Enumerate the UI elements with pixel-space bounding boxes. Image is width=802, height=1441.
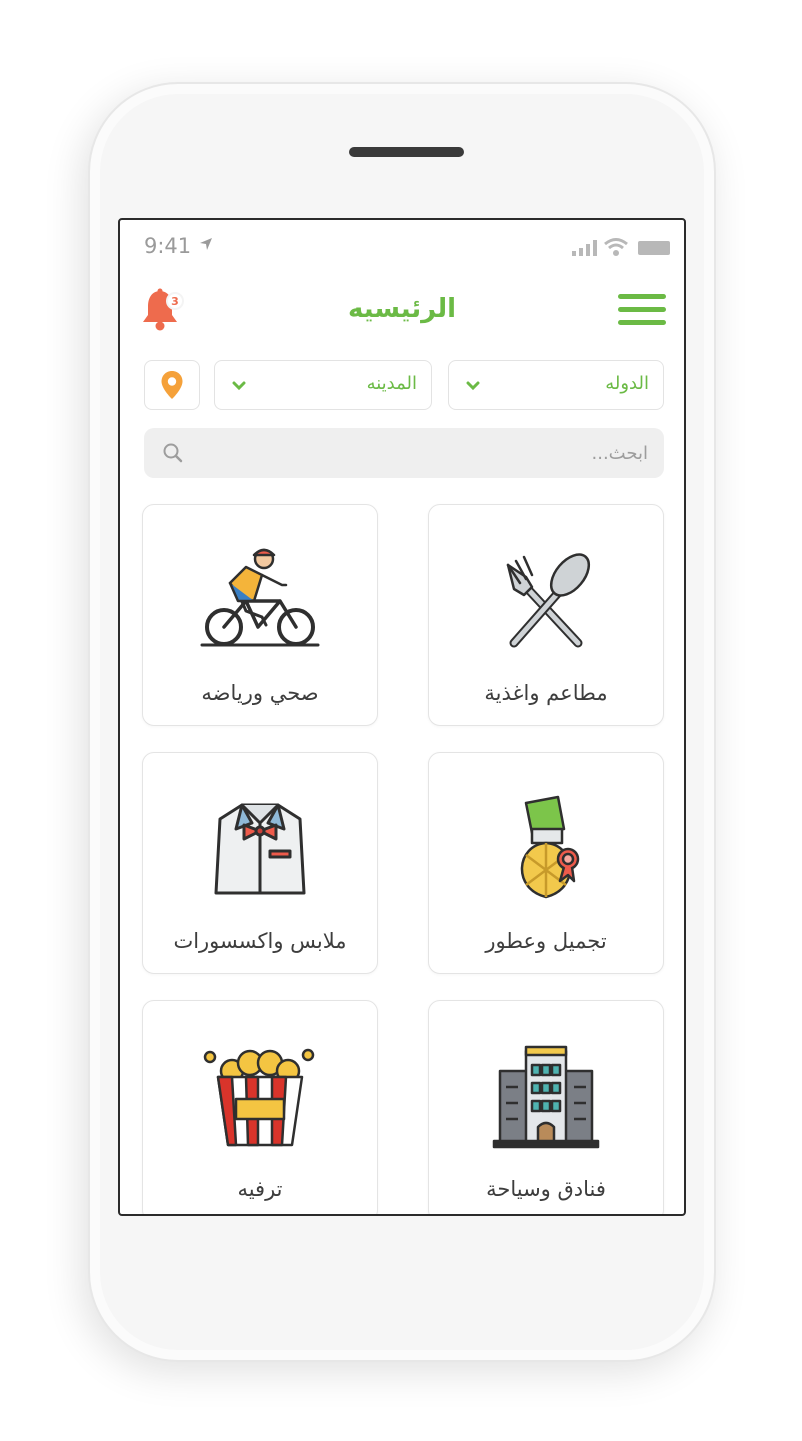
category-card-health-sports[interactable]: صحي ورياضه	[142, 504, 378, 726]
location-button[interactable]	[144, 360, 200, 410]
search-input[interactable]	[208, 428, 648, 478]
map-pin-icon	[161, 371, 183, 399]
status-time: 9:41	[144, 234, 192, 258]
app-header: 3 الرئيسيه	[120, 282, 684, 342]
search-bar	[144, 428, 664, 478]
hotel-icon	[492, 1045, 600, 1149]
filter-bar: المدينه الدوله	[120, 360, 684, 412]
category-label: تجميل وعطور	[485, 929, 607, 953]
page-title: الرئيسيه	[347, 294, 457, 324]
fork-spoon-icon	[506, 553, 591, 648]
category-label: صحي ورياضه	[201, 681, 319, 705]
category-card-beauty-perfumes[interactable]: تجميل وعطور	[428, 752, 664, 974]
category-card-entertainment[interactable]: ترفيه	[142, 1000, 378, 1214]
status-bar: 9:41	[120, 232, 684, 262]
shirt-bowtie-icon	[214, 803, 306, 895]
category-card-restaurants[interactable]: مطاعم واغذية	[428, 504, 664, 726]
menu-bar-icon	[618, 307, 666, 312]
category-card-hotels-tourism[interactable]: فنادق وسياحة	[428, 1000, 664, 1214]
category-label: فنادق وسياحة	[486, 1177, 606, 1201]
menu-button[interactable]	[618, 294, 666, 332]
perfume-icon	[520, 795, 580, 899]
menu-bar-icon	[618, 320, 666, 325]
app-screen: 9:41 3 الرئيسيه المدينه الدوله ابحث... م…	[118, 218, 686, 1216]
search-icon	[163, 443, 183, 463]
chevron-down-icon	[232, 381, 246, 391]
city-dropdown[interactable]: المدينه	[214, 360, 432, 410]
category-label: مطاعم واغذية	[484, 681, 608, 705]
menu-bar-icon	[618, 294, 666, 299]
chevron-down-icon	[466, 381, 480, 391]
city-dropdown-label: المدينه	[366, 373, 417, 394]
signal-icon	[572, 240, 597, 256]
battery-icon	[638, 241, 670, 255]
category-label: ملابس واكسسورات	[173, 929, 347, 953]
popcorn-icon	[203, 1048, 315, 1147]
phone-speaker	[349, 147, 464, 157]
country-dropdown[interactable]: الدوله	[448, 360, 664, 410]
location-arrow-icon	[200, 238, 212, 250]
wifi-icon	[604, 238, 628, 256]
category-label: ترفيه	[237, 1177, 283, 1201]
country-dropdown-label: الدوله	[605, 373, 649, 394]
cyclist-icon	[200, 548, 320, 647]
category-card-clothes-accessories[interactable]: ملابس واكسسورات	[142, 752, 378, 974]
